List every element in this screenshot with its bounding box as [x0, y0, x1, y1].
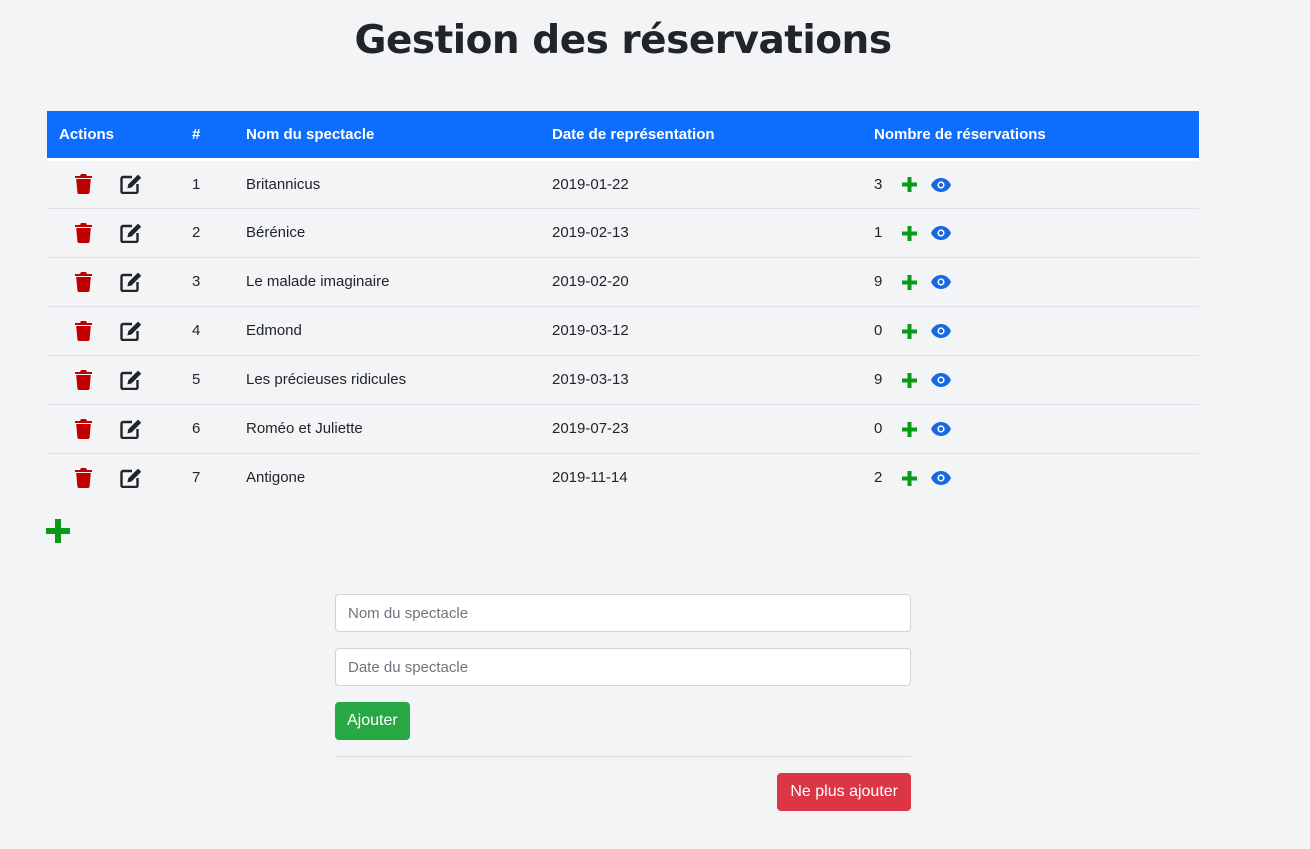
trash-icon[interactable]: [75, 222, 92, 243]
row-reservations: 9: [862, 256, 1199, 306]
add-button[interactable]: Ajouter: [335, 702, 410, 740]
row-date: 2019-03-13: [540, 354, 862, 404]
plus-icon[interactable]: [902, 225, 917, 241]
table-row: 6 Roméo et Juliette 2019-07-23 0: [47, 403, 1199, 453]
row-date: 2019-11-14: [540, 452, 862, 502]
header-actions: Actions: [47, 111, 180, 159]
eye-icon[interactable]: [931, 177, 951, 192]
table-row: 4 Edmond 2019-03-12 0: [47, 305, 1199, 355]
add-show-form: Ajouter Ne plus ajouter: [335, 594, 911, 811]
row-reservations: 3: [862, 157, 1199, 208]
row-show-name: Le malade imaginaire: [234, 256, 540, 306]
trash-icon[interactable]: [75, 320, 92, 341]
row-number: 4: [180, 305, 234, 355]
header-reservation-count: Nombre de réservations: [862, 111, 1199, 159]
plus-icon[interactable]: [902, 177, 917, 193]
edit-icon[interactable]: [120, 468, 142, 488]
show-date-input[interactable]: [335, 648, 911, 686]
row-date: 2019-02-20: [540, 256, 862, 306]
header-number: #: [180, 111, 234, 159]
eye-icon[interactable]: [931, 226, 951, 241]
show-name-input[interactable]: [335, 594, 911, 632]
reservation-count: 9: [874, 371, 883, 388]
table-row: 3 Le malade imaginaire 2019-02-20 9: [47, 256, 1199, 306]
edit-icon[interactable]: [120, 223, 142, 243]
row-date: 2019-03-12: [540, 305, 862, 355]
eye-icon[interactable]: [931, 422, 951, 437]
plus-icon[interactable]: [902, 274, 917, 290]
row-reservations: 9: [862, 354, 1199, 404]
row-number: 5: [180, 354, 234, 404]
row-reservations: 0: [862, 305, 1199, 355]
page-title: Gestion des réservations: [354, 18, 892, 63]
edit-icon[interactable]: [120, 321, 142, 341]
row-show-name: Les précieuses ridicules: [234, 354, 540, 404]
form-divider: [335, 756, 911, 757]
trash-icon[interactable]: [75, 369, 92, 390]
reservation-count: 0: [874, 322, 883, 339]
row-reservations: 2: [862, 452, 1199, 502]
reservation-count: 3: [874, 175, 883, 193]
row-reservations: 1: [862, 207, 1199, 257]
trash-icon[interactable]: [75, 174, 92, 194]
table-row: 7 Antigone 2019-11-14 2: [47, 452, 1199, 502]
row-show-name: Britannicus: [234, 157, 540, 208]
row-number: 2: [180, 207, 234, 257]
eye-icon[interactable]: [931, 471, 951, 486]
row-number: 7: [180, 452, 234, 502]
row-actions: [47, 157, 180, 208]
header-performance-date: Date de représentation: [540, 111, 862, 159]
row-actions: [47, 403, 180, 453]
row-actions: [47, 305, 180, 355]
row-show-name: Edmond: [234, 305, 540, 355]
eye-icon[interactable]: [931, 324, 951, 339]
row-number: 6: [180, 403, 234, 453]
row-number: 3: [180, 256, 234, 306]
reservation-count: 0: [874, 420, 883, 437]
edit-icon[interactable]: [120, 174, 142, 194]
row-actions: [47, 354, 180, 404]
row-date: 2019-01-22: [540, 157, 862, 208]
row-show-name: Antigone: [234, 452, 540, 502]
trash-icon[interactable]: [75, 467, 92, 488]
row-show-name: Roméo et Juliette: [234, 403, 540, 453]
reservation-count: 1: [874, 224, 883, 241]
header-show-name: Nom du spectacle: [234, 111, 540, 159]
edit-icon[interactable]: [120, 272, 142, 292]
row-actions: [47, 256, 180, 306]
table-row: 2 Bérénice 2019-02-13 1: [47, 207, 1199, 257]
eye-icon[interactable]: [931, 373, 951, 388]
row-actions: [47, 207, 180, 257]
row-date: 2019-02-13: [540, 207, 862, 257]
table-row: 1 Britannicus 2019-01-22 3: [47, 157, 1199, 208]
reservation-count: 2: [874, 469, 883, 487]
reservations-table: Actions # Nom du spectacle Date de repré…: [47, 111, 1199, 502]
reservation-count: 9: [874, 273, 883, 290]
table-header-row: Actions # Nom du spectacle Date de repré…: [47, 111, 1199, 159]
row-reservations: 0: [862, 403, 1199, 453]
edit-icon[interactable]: [120, 419, 142, 439]
row-number: 1: [180, 157, 234, 208]
table-row: 5 Les précieuses ridicules 2019-03-13 9: [47, 354, 1199, 404]
plus-icon[interactable]: [902, 372, 917, 388]
stop-adding-button[interactable]: Ne plus ajouter: [777, 773, 911, 811]
plus-icon[interactable]: [902, 470, 917, 486]
trash-icon[interactable]: [75, 271, 92, 292]
row-date: 2019-07-23: [540, 403, 862, 453]
add-show-plus-icon[interactable]: [46, 519, 70, 543]
eye-icon[interactable]: [931, 275, 951, 290]
edit-icon[interactable]: [120, 370, 142, 390]
row-show-name: Bérénice: [234, 207, 540, 257]
trash-icon[interactable]: [75, 418, 92, 439]
plus-icon[interactable]: [902, 323, 917, 339]
plus-icon[interactable]: [902, 421, 917, 437]
row-actions: [47, 452, 180, 502]
